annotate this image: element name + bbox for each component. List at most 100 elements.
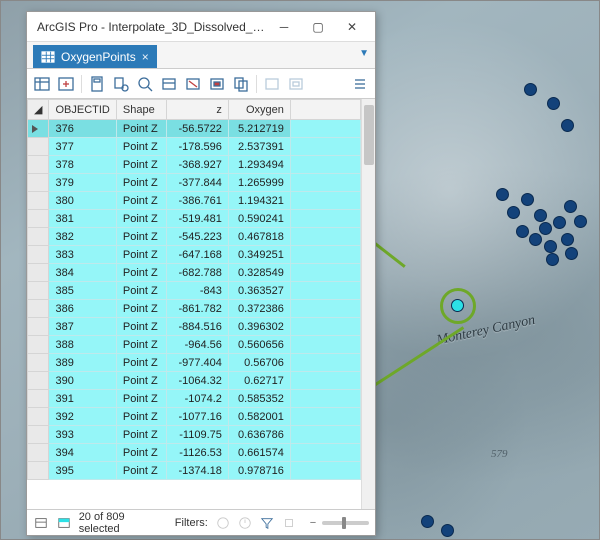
point-marker[interactable] [496, 188, 509, 201]
cell-objectid[interactable]: 377 [49, 138, 116, 156]
cell-objectid[interactable]: 378 [49, 156, 116, 174]
cell-oxygen[interactable]: 0.363527 [228, 282, 290, 300]
cell-z[interactable]: -545.223 [166, 228, 228, 246]
zoom-slider[interactable] [322, 521, 369, 525]
point-marker[interactable] [574, 215, 587, 228]
point-marker[interactable] [516, 225, 529, 238]
cell-z[interactable]: -977.404 [166, 354, 228, 372]
table-row[interactable]: 382Point Z-545.2230.467818 [28, 228, 361, 246]
filter-edits-button[interactable] [280, 514, 298, 532]
cell-shape[interactable]: Point Z [116, 174, 166, 192]
point-marker[interactable] [441, 524, 454, 537]
point-marker[interactable] [564, 200, 577, 213]
cell-shape[interactable]: Point Z [116, 354, 166, 372]
cell-oxygen[interactable]: 0.349251 [228, 246, 290, 264]
row-header[interactable] [28, 246, 49, 264]
cell-objectid[interactable]: 388 [49, 336, 116, 354]
table-row[interactable]: 385Point Z-8430.363527 [28, 282, 361, 300]
cell-shape[interactable]: Point Z [116, 390, 166, 408]
cell-objectid[interactable]: 390 [49, 372, 116, 390]
cell-oxygen[interactable]: 0.978716 [228, 462, 290, 480]
row-header[interactable] [28, 138, 49, 156]
calculate-button[interactable] [86, 73, 108, 95]
cell-shape[interactable]: Point Z [116, 372, 166, 390]
show-selected-button[interactable] [285, 73, 307, 95]
row-header[interactable] [28, 228, 49, 246]
cell-z[interactable]: -1074.2 [166, 390, 228, 408]
cell-oxygen[interactable]: 0.582001 [228, 408, 290, 426]
table-row[interactable]: 376Point Z-56.57225.212719 [28, 120, 361, 138]
cell-shape[interactable]: Point Z [116, 120, 166, 138]
table-row[interactable]: 378Point Z-368.9271.293494 [28, 156, 361, 174]
cell-objectid[interactable]: 391 [49, 390, 116, 408]
table-row[interactable]: 391Point Z-1074.20.585352 [28, 390, 361, 408]
cell-shape[interactable]: Point Z [116, 318, 166, 336]
cell-shape[interactable]: Point Z [116, 246, 166, 264]
cell-oxygen[interactable]: 1.293494 [228, 156, 290, 174]
point-marker[interactable] [524, 83, 537, 96]
column-header-shape[interactable]: Shape [116, 100, 166, 120]
cell-z[interactable]: -1064.32 [166, 372, 228, 390]
row-header[interactable] [28, 192, 49, 210]
select-by-attr-button[interactable] [110, 73, 132, 95]
cell-oxygen[interactable]: 0.590241 [228, 210, 290, 228]
switch-selection-button[interactable] [158, 73, 180, 95]
cell-shape[interactable]: Point Z [116, 210, 166, 228]
cell-z[interactable]: -843 [166, 282, 228, 300]
cell-oxygen[interactable]: 0.372386 [228, 300, 290, 318]
filter-selection-button[interactable] [258, 514, 276, 532]
table-row[interactable]: 381Point Z-519.4810.590241 [28, 210, 361, 228]
tab-close-button[interactable]: × [142, 50, 149, 64]
column-header-oxygen[interactable]: Oxygen [228, 100, 290, 120]
cell-objectid[interactable]: 394 [49, 444, 116, 462]
filter-time-button[interactable] [236, 514, 254, 532]
tab-oxygenpoints[interactable]: OxygenPoints × [33, 45, 157, 68]
cell-objectid[interactable]: 380 [49, 192, 116, 210]
cell-oxygen[interactable]: 0.328549 [228, 264, 290, 282]
row-header-corner[interactable]: ◢ [28, 100, 49, 120]
point-marker[interactable] [539, 222, 552, 235]
cell-objectid[interactable]: 385 [49, 282, 116, 300]
cell-shape[interactable]: Point Z [116, 156, 166, 174]
cell-z[interactable]: -964.56 [166, 336, 228, 354]
show-selected-records-button[interactable] [56, 514, 73, 532]
row-header[interactable] [28, 390, 49, 408]
cell-shape[interactable]: Point Z [116, 264, 166, 282]
cell-shape[interactable]: Point Z [116, 408, 166, 426]
point-marker[interactable] [534, 209, 547, 222]
table-row[interactable]: 390Point Z-1064.320.62717 [28, 372, 361, 390]
filter-extent-button[interactable] [214, 514, 232, 532]
table-row[interactable]: 389Point Z-977.4040.56706 [28, 354, 361, 372]
cell-z[interactable]: -1109.75 [166, 426, 228, 444]
cell-z[interactable]: -368.927 [166, 156, 228, 174]
cell-shape[interactable]: Point Z [116, 462, 166, 480]
cell-shape[interactable]: Point Z [116, 300, 166, 318]
cell-z[interactable]: -178.596 [166, 138, 228, 156]
cell-objectid[interactable]: 387 [49, 318, 116, 336]
cell-shape[interactable]: Point Z [116, 336, 166, 354]
cell-z[interactable]: -647.168 [166, 246, 228, 264]
cell-z[interactable]: -519.481 [166, 210, 228, 228]
vertical-scrollbar[interactable] [361, 99, 375, 509]
point-marker[interactable] [521, 193, 534, 206]
cell-objectid[interactable]: 381 [49, 210, 116, 228]
cell-oxygen[interactable]: 0.560656 [228, 336, 290, 354]
point-marker[interactable] [561, 233, 574, 246]
cell-shape[interactable]: Point Z [116, 444, 166, 462]
cell-shape[interactable]: Point Z [116, 192, 166, 210]
row-header[interactable] [28, 174, 49, 192]
cell-z[interactable]: -386.761 [166, 192, 228, 210]
cell-oxygen[interactable]: 1.265999 [228, 174, 290, 192]
add-field-button[interactable] [55, 73, 77, 95]
point-marker[interactable] [546, 253, 559, 266]
cell-z[interactable]: -56.5722 [166, 120, 228, 138]
show-all-button[interactable] [261, 73, 283, 95]
row-header[interactable] [28, 426, 49, 444]
row-header[interactable] [28, 282, 49, 300]
cell-oxygen[interactable]: 5.212719 [228, 120, 290, 138]
cell-z[interactable]: -1077.16 [166, 408, 228, 426]
cell-objectid[interactable]: 395 [49, 462, 116, 480]
cell-shape[interactable]: Point Z [116, 282, 166, 300]
zoom-minus[interactable]: − [310, 517, 316, 529]
cell-objectid[interactable]: 393 [49, 426, 116, 444]
